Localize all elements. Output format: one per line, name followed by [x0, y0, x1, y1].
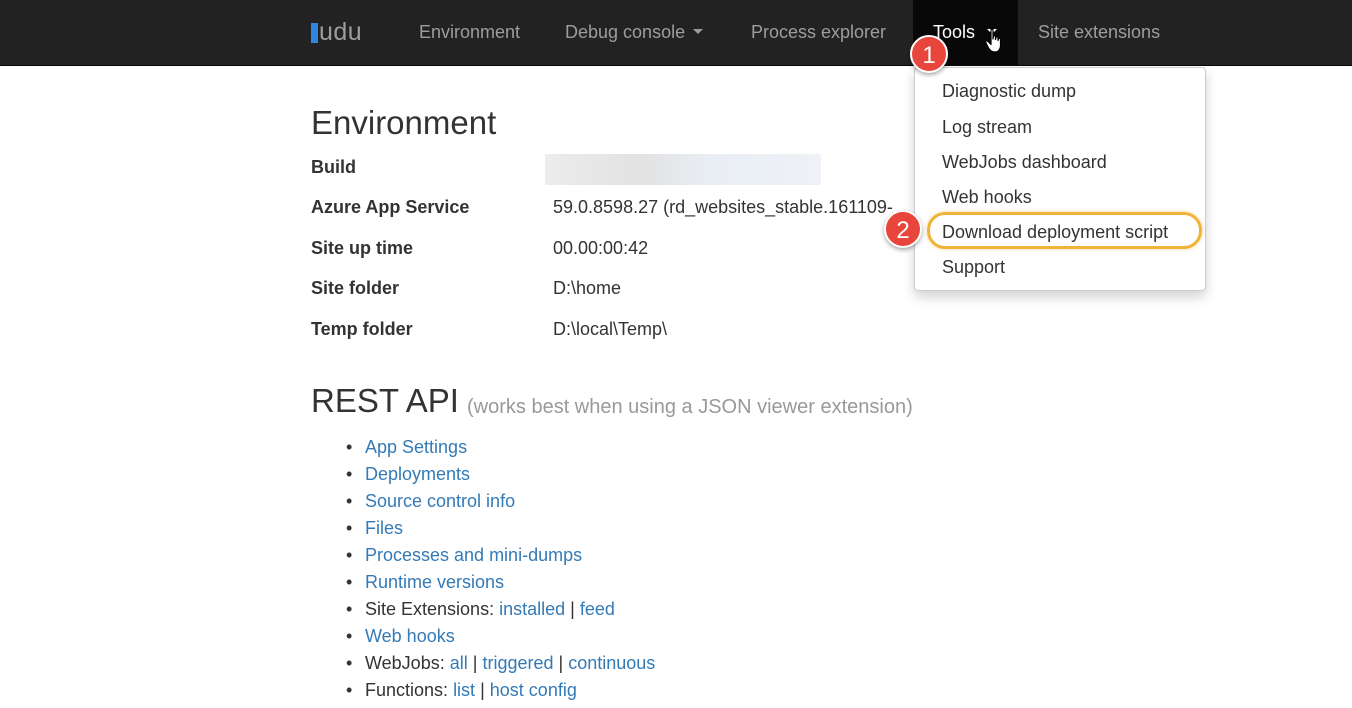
- list-item: • Source control info: [346, 488, 655, 515]
- kudu-logo[interactable]: udu: [311, 16, 362, 48]
- env-key: Site up time: [311, 238, 414, 258]
- nav-debug-console-label: Debug console: [565, 22, 686, 42]
- link-files[interactable]: Files: [365, 518, 403, 538]
- link-web-hooks[interactable]: Web hooks: [365, 626, 455, 646]
- bullet-icon: •: [346, 653, 353, 673]
- list-item: • Processes and mini-dumps: [346, 542, 655, 569]
- env-key: Azure App Service: [311, 197, 470, 217]
- menu-item-diagnostic-dump[interactable]: Diagnostic dump: [942, 76, 1076, 106]
- separator: |: [480, 680, 485, 700]
- list-item: • Deployments: [346, 461, 655, 488]
- bullet-icon: •: [346, 626, 353, 646]
- list-item: • App Settings: [346, 434, 655, 461]
- hand-cursor-icon: [985, 28, 1002, 53]
- nav-environment[interactable]: Environment: [419, 0, 520, 66]
- separator: |: [570, 599, 575, 619]
- list-item: • WebJobs: all | triggered | continuous: [346, 650, 655, 677]
- list-item: • Web hooks: [346, 623, 655, 650]
- menu-item-log-stream[interactable]: Log stream: [942, 112, 1032, 142]
- list-item: • Site Extensions: installed | feed: [346, 596, 655, 623]
- menu-item-download-deployment-script[interactable]: Download deployment script: [942, 217, 1168, 247]
- separator: |: [558, 653, 564, 673]
- step-badge-1: 1: [910, 35, 948, 73]
- env-key: Site folder: [311, 278, 400, 298]
- chevron-down-icon: [693, 28, 704, 34]
- bullet-icon: •: [346, 599, 353, 619]
- tools-dropdown-menu: Diagnostic dump Log stream WebJobs dashb…: [914, 67, 1206, 291]
- nav-process-explorer[interactable]: Process explorer: [751, 0, 886, 66]
- link-deployments[interactable]: Deployments: [365, 464, 470, 484]
- environment-title: Environment: [311, 104, 497, 141]
- nav-site-extensions[interactable]: Site extensions: [1038, 0, 1160, 66]
- bullet-icon: •: [346, 572, 353, 592]
- env-value: 59.0.8598.27 (rd_websites_stable.161109-: [553, 197, 893, 217]
- link-functions-host-config[interactable]: host config: [490, 680, 577, 700]
- list-item: • Functions: list | host config: [346, 677, 655, 704]
- menu-item-web-hooks[interactable]: Web hooks: [942, 182, 1032, 212]
- nav-process-explorer-label: Process explorer: [751, 22, 887, 42]
- menu-item-webjobs-dashboard[interactable]: WebJobs dashboard: [942, 147, 1107, 177]
- env-value: D:\home: [553, 278, 622, 298]
- link-webjobs-continuous[interactable]: continuous: [568, 653, 655, 673]
- bullet-icon: •: [346, 464, 353, 484]
- nav-debug-console[interactable]: Debug console: [565, 0, 704, 66]
- functions-label: Functions:: [365, 680, 449, 700]
- list-item: • Files: [346, 515, 655, 542]
- rest-api-title: REST API: [311, 382, 459, 419]
- bullet-icon: •: [346, 680, 353, 700]
- bullet-icon: •: [346, 545, 353, 565]
- link-webjobs-triggered[interactable]: triggered: [482, 653, 553, 673]
- list-item: • Runtime versions: [346, 569, 655, 596]
- step-badge-2: 2: [884, 210, 922, 248]
- top-navbar: udu Environment Debug console Process ex…: [0, 0, 1352, 66]
- link-functions-list[interactable]: list: [453, 680, 475, 700]
- bullet-icon: •: [346, 518, 353, 538]
- bullet-icon: •: [346, 437, 353, 457]
- env-value: 00.00:00:42: [553, 238, 649, 258]
- link-webjobs-all[interactable]: all: [450, 653, 468, 673]
- link-site-extensions-feed[interactable]: feed: [580, 599, 615, 619]
- nav-environment-label: Environment: [419, 22, 521, 42]
- link-source-control-info[interactable]: Source control info: [365, 491, 515, 511]
- link-app-settings[interactable]: App Settings: [365, 437, 467, 457]
- link-site-extensions-installed[interactable]: installed: [499, 599, 565, 619]
- separator: |: [472, 653, 478, 673]
- menu-item-support[interactable]: Support: [942, 252, 1005, 282]
- link-processes[interactable]: Processes and mini-dumps: [365, 545, 582, 565]
- brand-text: udu: [319, 17, 363, 46]
- rest-api-list: • App Settings • Deployments • Source contr…: [346, 434, 655, 704]
- rest-api-subtitle: (works best when using a JSON viewer ext…: [467, 396, 913, 418]
- site-extensions-label: Site Extensions:: [365, 599, 495, 619]
- link-runtime-versions[interactable]: Runtime versions: [365, 572, 504, 592]
- bullet-icon: •: [346, 491, 353, 511]
- webjobs-label: WebJobs:: [365, 653, 445, 673]
- env-key: Temp folder: [311, 319, 413, 339]
- env-key: Build: [311, 157, 356, 177]
- env-value: D:\local\Temp\: [553, 319, 668, 339]
- kudu-k-icon: [311, 23, 318, 43]
- blurred-build-value: [545, 154, 821, 185]
- nav-site-extensions-label: Site extensions: [1038, 22, 1161, 42]
